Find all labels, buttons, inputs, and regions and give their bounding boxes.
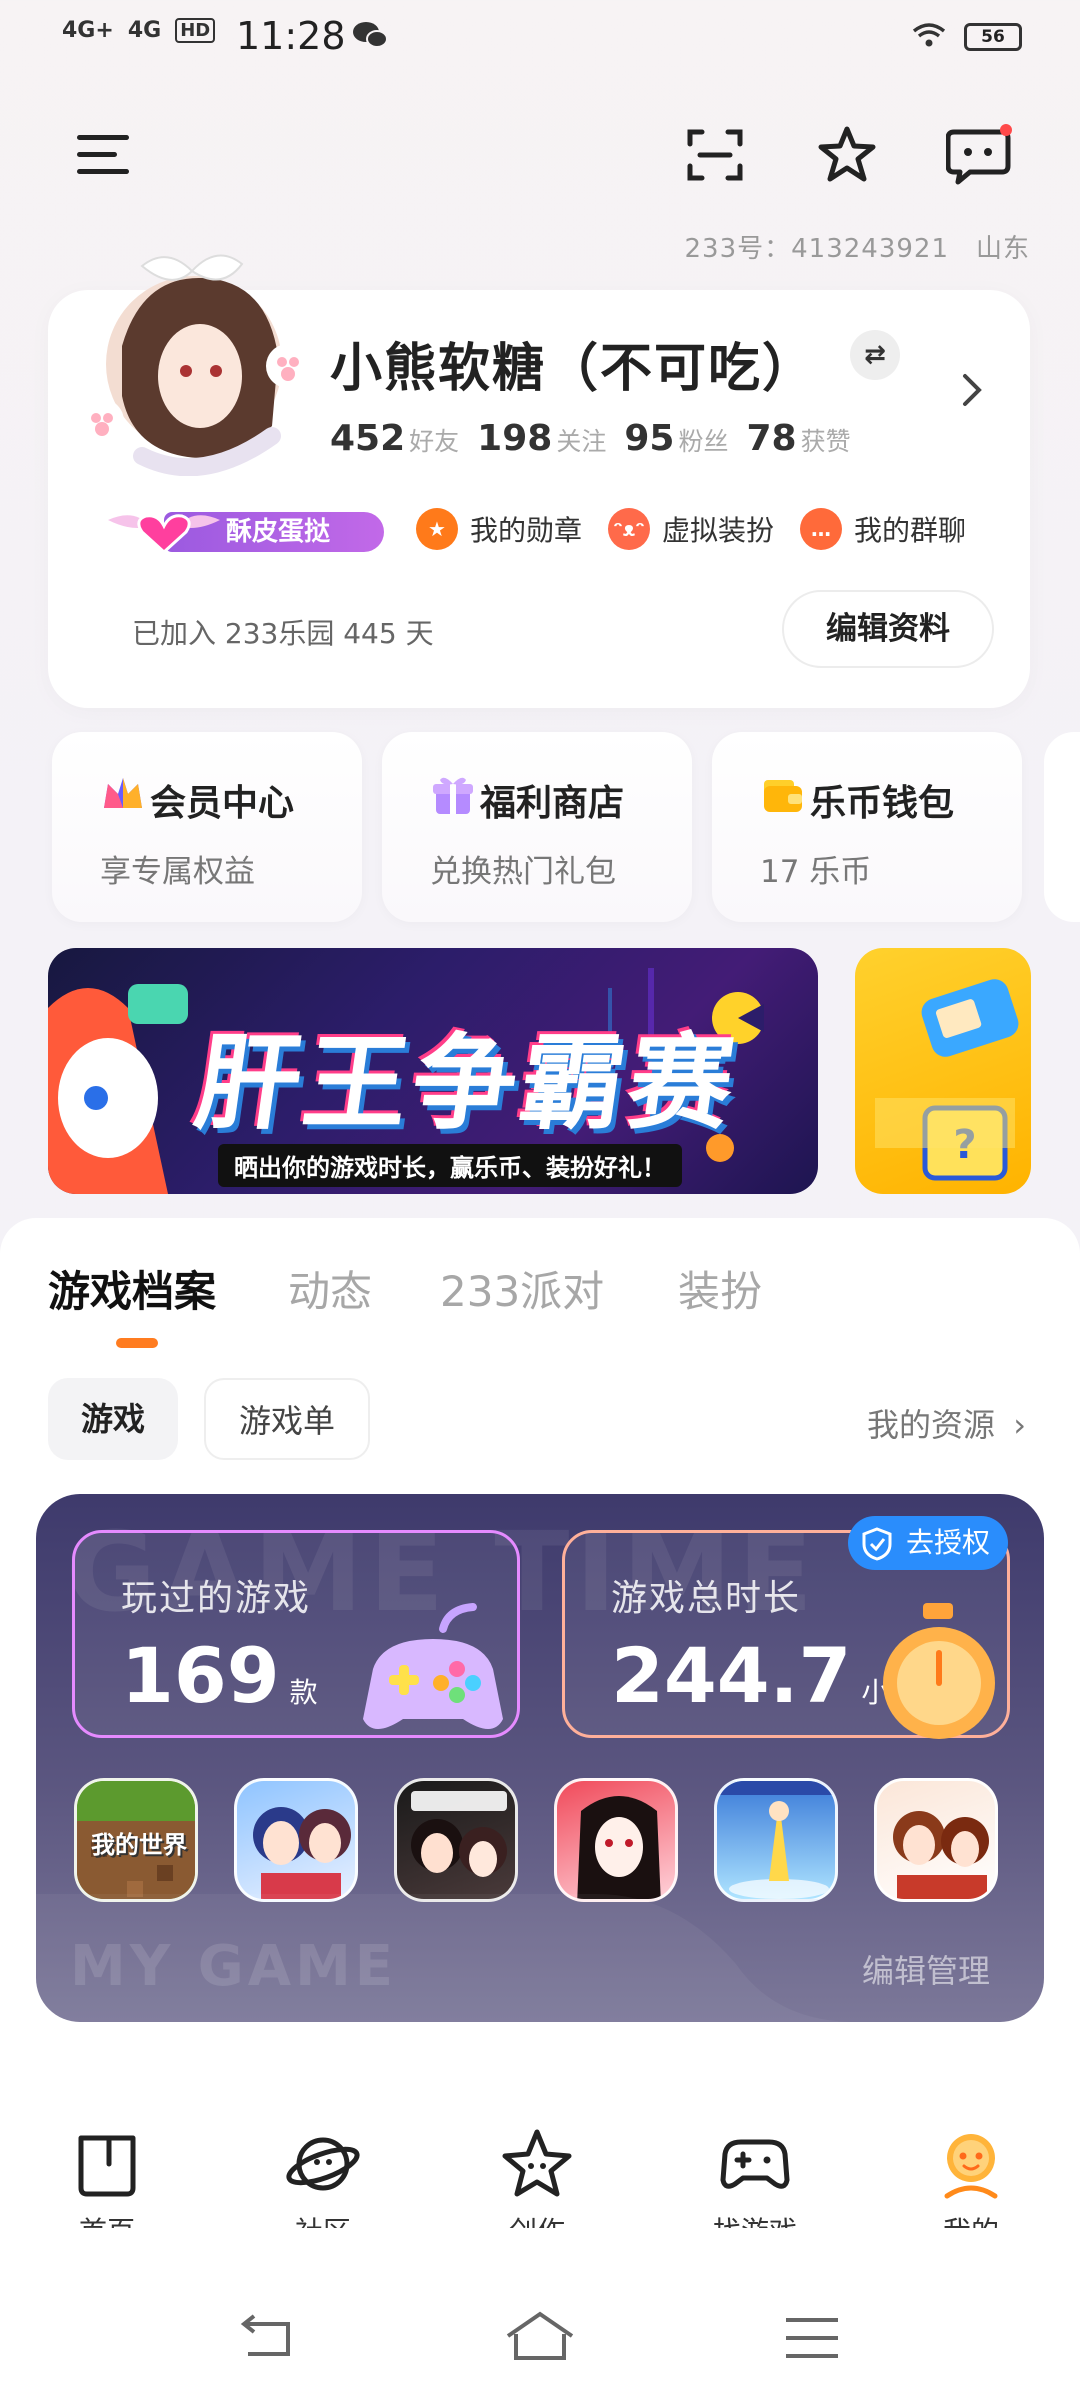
- gamepad-illustration-icon: [363, 1603, 503, 1729]
- gamepad-icon: [715, 2124, 795, 2204]
- chip-games[interactable]: 游戏: [48, 1378, 178, 1460]
- status-right: 56: [912, 22, 1022, 52]
- chip-game-lists[interactable]: 游戏单: [204, 1378, 370, 1460]
- profile-stats: 452 好友 198 关注 95 粉丝 78 获赞: [330, 418, 851, 459]
- game-icon-horror-girl[interactable]: [554, 1778, 678, 1902]
- stat-likes[interactable]: 78 获赞: [746, 418, 850, 459]
- profile-chevron-right-icon[interactable]: [960, 372, 984, 412]
- status-time: 11:28: [236, 14, 346, 58]
- recents-icon[interactable]: [784, 2316, 840, 2364]
- stat-following[interactable]: 198 关注: [477, 418, 606, 459]
- authorize-badge[interactable]: 去授权: [848, 1516, 1008, 1570]
- tab-233-party[interactable]: 233派对: [440, 1258, 604, 1319]
- home-icon: [67, 2124, 147, 2204]
- stat-fans[interactable]: 95 粉丝: [624, 418, 728, 459]
- battery-indicator: 56: [964, 23, 1022, 51]
- card-vip-center[interactable]: 会员中心 享专属权益: [52, 732, 362, 922]
- medal-icon: ★: [416, 508, 458, 550]
- game-icon-minecraft[interactable]: 我的世界: [74, 1778, 198, 1902]
- cat-face-icon: ᵔᴥᵔ: [608, 508, 650, 550]
- entry-my-group-chat[interactable]: … 我的群聊: [800, 508, 966, 550]
- played-games-unit: 款: [289, 1676, 318, 1709]
- edit-profile-button[interactable]: 编辑资料: [782, 590, 994, 668]
- swap-icon: ⇄: [864, 340, 886, 370]
- entry-virtual-outfit-label: 虚拟装扮: [662, 514, 775, 547]
- banner-subtitle: 晒出你的游戏时长，赢乐币、装扮好礼！: [218, 1144, 682, 1187]
- card-next-peek[interactable]: [1044, 732, 1080, 922]
- joined-days: 已加入 233乐园 445 天: [132, 617, 434, 650]
- game-icon-hide-seek[interactable]: [394, 1778, 518, 1902]
- signal-indicators: 4G+ 4G HD: [62, 18, 216, 43]
- hd-badge: HD: [175, 18, 216, 43]
- wifi-icon: [912, 22, 946, 52]
- system-nav-bar: [0, 2228, 1080, 2408]
- active-tab-indicator: [116, 1338, 158, 1348]
- user-id-region: 233号：413243921 山东: [684, 234, 1030, 264]
- edit-manage-button[interactable]: 编辑管理: [862, 1946, 990, 1992]
- game-icon-anime-duo[interactable]: [234, 1778, 358, 1902]
- banner-title: 肝王争霸赛: [188, 1022, 746, 1144]
- avatar[interactable]: [80, 236, 312, 477]
- back-icon[interactable]: [238, 2314, 298, 2366]
- nickname: 小熊软糖（不可吃）: [330, 339, 817, 399]
- played-games-label: 玩过的游戏: [121, 1578, 312, 1619]
- total-playtime-number: 244.7: [611, 1631, 852, 1720]
- card-lecoin-wallet-subtitle: 17 乐币: [760, 854, 872, 890]
- menu-icon[interactable]: [68, 120, 138, 190]
- game-icon-minecraft-label: 我的世界: [91, 1831, 187, 1859]
- system-home-icon[interactable]: [504, 2308, 576, 2368]
- crown-icon: [100, 772, 146, 818]
- card-lecoin-wallet[interactable]: 乐币钱包 17 乐币: [712, 732, 1022, 922]
- played-games-count: 169 款: [121, 1631, 318, 1720]
- event-banner-secondary[interactable]: ?: [855, 948, 1031, 1194]
- game-stats-panel: GAME TIME 玩过的游戏 169款 游戏总时长 244.7小时 去授权 我…: [36, 1494, 1044, 2022]
- my-game-watermark: MY GAME: [70, 1934, 398, 1999]
- scan-icon[interactable]: [680, 120, 750, 190]
- event-banner[interactable]: 肝王争霸赛 晒出你的游戏时长，赢乐币、装扮好礼！: [48, 948, 818, 1194]
- tab-feed[interactable]: 动态: [288, 1258, 372, 1319]
- tab-outfit[interactable]: 装扮: [678, 1258, 762, 1319]
- card-welfare-store-subtitle: 兑换热门礼包: [430, 854, 616, 890]
- shield-check-icon: [862, 1525, 892, 1579]
- message-icon[interactable]: [944, 120, 1014, 190]
- entry-virtual-outfit[interactable]: ᵔᴥᵔ 虚拟装扮: [608, 508, 774, 550]
- status-bar: 4G+ 4G HD 11:28 56: [0, 0, 1080, 84]
- network-4g: 4G: [127, 18, 162, 43]
- star-collect-icon[interactable]: [812, 120, 882, 190]
- card-welfare-store-title: 福利商店: [480, 783, 625, 824]
- chevron-right-icon: ›: [1013, 1406, 1026, 1444]
- entry-my-medals[interactable]: ★ 我的勋章: [416, 508, 582, 550]
- game-icon-stage-show[interactable]: [714, 1778, 838, 1902]
- my-resources-link[interactable]: 我的资源 ›: [867, 1400, 1026, 1446]
- entry-my-group-chat-label: 我的群聊: [854, 514, 967, 547]
- stat-friends[interactable]: 452 好友: [330, 418, 459, 459]
- card-lecoin-wallet-title: 乐币钱包: [810, 783, 955, 824]
- played-games-box[interactable]: 玩过的游戏 169 款: [72, 1530, 520, 1738]
- wallet-icon: [760, 772, 806, 818]
- planet-icon: [283, 2124, 363, 2204]
- switch-account-button[interactable]: ⇄: [850, 330, 900, 380]
- wechat-icon: [352, 20, 388, 50]
- entry-my-medals-label: 我的勋章: [470, 514, 583, 547]
- card-welfare-store[interactable]: 福利商店 兑换热门礼包: [382, 732, 692, 922]
- card-vip-center-title: 会员中心: [150, 783, 295, 824]
- network-4g-plus: 4G+: [62, 18, 114, 43]
- authorize-label: 去授权: [905, 1526, 990, 1559]
- gift-icon: [430, 772, 476, 818]
- stopwatch-illustration-icon: [883, 1603, 995, 1739]
- heart-wings-icon: [104, 506, 224, 558]
- game-icon-sakura-school[interactable]: [874, 1778, 998, 1902]
- total-playtime-label: 游戏总时长: [611, 1578, 802, 1619]
- vip-level-tag[interactable]: 酥皮蛋挞: [104, 506, 384, 555]
- played-games-number: 169: [121, 1631, 280, 1720]
- my-resources-label: 我的资源: [867, 1406, 996, 1444]
- chat-bubble-icon: …: [800, 508, 842, 550]
- tab-game-archive[interactable]: 游戏档案: [48, 1258, 216, 1319]
- card-vip-center-subtitle: 享专属权益: [100, 854, 255, 890]
- profile-icon: [931, 2124, 1011, 2204]
- star-icon: [497, 2124, 577, 2204]
